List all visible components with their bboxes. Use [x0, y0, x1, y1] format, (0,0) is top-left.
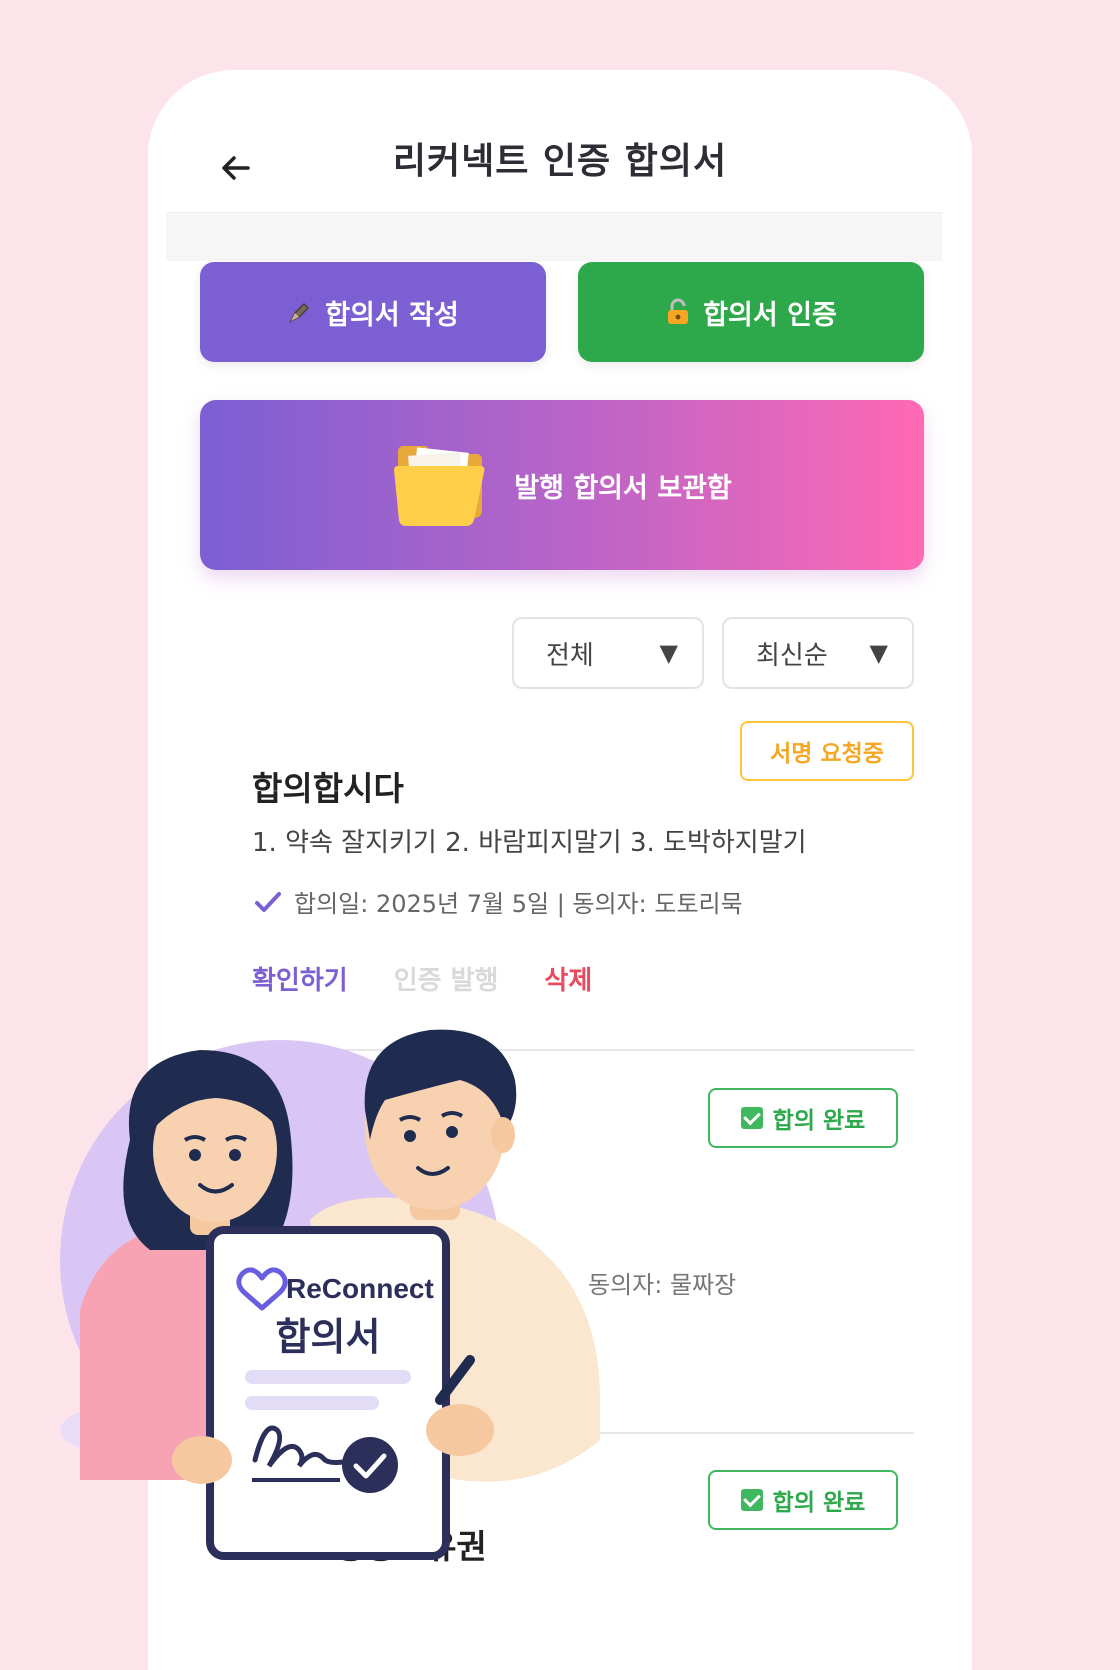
pen-icon	[289, 302, 310, 323]
certify-agreement-label: 합의서 인증	[703, 299, 837, 331]
checkbox-icon	[740, 1107, 763, 1129]
write-agreement-label: 합의서 작성	[325, 299, 459, 331]
chevron-down-icon: ▼	[659, 639, 678, 667]
sort-order-value: 최신순	[756, 640, 828, 671]
status-badge: 합의 완료	[708, 1088, 898, 1148]
status-badge-label: 합의 완료	[772, 1490, 866, 1516]
status-badge-label: 합의 완료	[772, 1108, 866, 1134]
agreement-content: 1. 약속 잘지키기 2. 바람피지말기 3. 도박하지말기	[252, 828, 807, 858]
issue-certificate-link[interactable]: 인증 발행	[394, 960, 499, 997]
chevron-down-icon: ▼	[869, 639, 888, 667]
agreement-actions: 확인하기 인증 발행 삭제	[252, 960, 592, 997]
folder-icon	[394, 446, 485, 526]
lock-icon	[668, 298, 689, 324]
header-divider	[166, 212, 942, 261]
agreement-meta: 합의일: 2025년 7월 5일 | 동의자: 도토리묵	[254, 884, 743, 919]
issued-agreement-archive-button[interactable]: 발행 합의서 보관함	[200, 400, 924, 570]
status-badge: 합의 완료	[708, 1470, 898, 1530]
status-badge-label: 서명 요청중	[770, 741, 884, 767]
view-link[interactable]: 확인하기	[252, 960, 348, 997]
archive-label: 발행 합의서 보관함	[514, 472, 732, 504]
certify-agreement-button[interactable]: 합의서 인증	[578, 262, 924, 362]
brand-text: ReConnect	[286, 1273, 434, 1304]
checkbox-icon	[740, 1489, 763, 1511]
checkmark-icon	[255, 891, 281, 912]
couple-signing-illustration: ReConnect 합의서	[60, 1029, 600, 1560]
status-filter-select[interactable]: 전체 ▼	[512, 617, 704, 689]
delete-link[interactable]: 삭제	[544, 960, 592, 997]
status-badge: 서명 요청중	[740, 721, 914, 781]
document-title: 합의서	[276, 1315, 381, 1359]
sort-order-select[interactable]: 최신순 ▼	[722, 617, 914, 689]
agreement-meta-text: 합의일: 2025년 7월 5일 | 동의자: 도토리묵	[294, 890, 743, 918]
status-filter-value: 전체	[546, 640, 594, 671]
page-title: 리커넥트 인증 합의서	[392, 141, 728, 182]
agreement-title: 합의합시다	[252, 769, 404, 808]
write-agreement-button[interactable]: 합의서 작성	[200, 262, 546, 362]
